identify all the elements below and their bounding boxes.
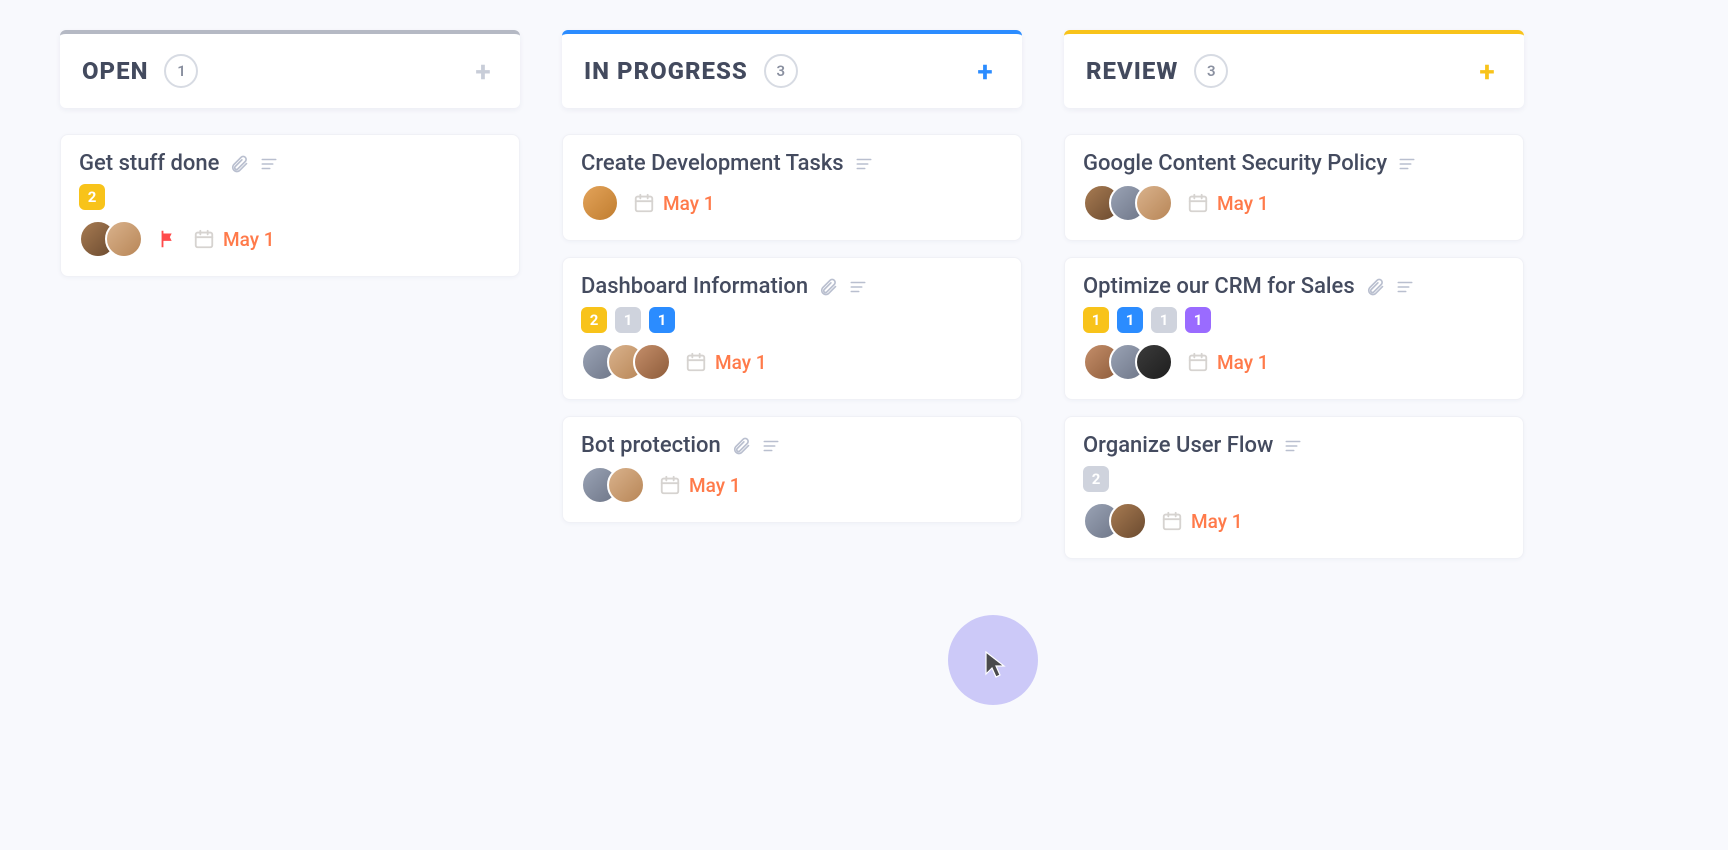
description-icon <box>761 437 781 455</box>
due-date-text: May 1 <box>663 192 715 215</box>
add-task-button[interactable]: + <box>1472 56 1502 86</box>
column-count: 3 <box>1194 54 1228 88</box>
due-date[interactable]: May 1 <box>1161 510 1243 533</box>
task-card[interactable]: Google Content Security Policy May 1 <box>1064 134 1524 241</box>
due-date-text: May 1 <box>715 351 767 374</box>
column-review: REVIEW 3 + Google Content Security Policy Ma… <box>1064 30 1524 575</box>
task-title: Organize User Flow <box>1083 433 1273 458</box>
subtask-badge: 1 <box>1083 307 1109 333</box>
avatar[interactable] <box>607 466 645 504</box>
description-icon <box>1395 278 1415 296</box>
task-title: Bot protection <box>581 433 721 458</box>
column-count: 3 <box>764 54 798 88</box>
description-icon <box>1397 155 1417 173</box>
column-header: OPEN 1 + <box>60 30 520 108</box>
subtask-badge: 1 <box>649 307 675 333</box>
kanban-board: OPEN 1 + Get stuff done 2 May 1 IN PROGRESS 3 + C… <box>60 30 1668 575</box>
subtask-badges: 2 <box>1083 466 1505 492</box>
task-title: Create Development Tasks <box>581 151 844 176</box>
subtask-badge: 1 <box>615 307 641 333</box>
due-date[interactable]: May 1 <box>193 228 275 251</box>
task-card[interactable]: Dashboard Information211May 1 <box>562 257 1022 400</box>
task-card[interactable]: Organize User Flow 2 May 1 <box>1064 416 1524 559</box>
subtask-badges: 1111 <box>1083 307 1505 333</box>
paperclip-icon <box>1365 277 1385 297</box>
flag-icon[interactable] <box>157 228 179 250</box>
column-title: OPEN <box>82 57 148 85</box>
due-date[interactable]: May 1 <box>685 351 767 374</box>
calendar-icon <box>1161 510 1183 532</box>
task-title: Optimize our CRM for Sales <box>1083 274 1355 299</box>
add-task-button[interactable]: + <box>468 56 498 86</box>
add-task-button[interactable]: + <box>970 56 1000 86</box>
assignees[interactable] <box>79 220 143 258</box>
paperclip-icon <box>731 436 751 456</box>
due-date-text: May 1 <box>223 228 275 251</box>
assignees[interactable] <box>1083 184 1173 222</box>
due-date-text: May 1 <box>1217 351 1269 374</box>
subtask-badge: 1 <box>1117 307 1143 333</box>
subtask-badge: 2 <box>79 184 105 210</box>
calendar-icon <box>659 474 681 496</box>
calendar-icon <box>1187 351 1209 373</box>
task-title: Dashboard Information <box>581 274 808 299</box>
due-date-text: May 1 <box>1217 192 1269 215</box>
paperclip-icon <box>818 277 838 297</box>
column-count: 1 <box>164 54 198 88</box>
task-title: Get stuff done <box>79 151 219 176</box>
task-card[interactable]: Bot protection May 1 <box>562 416 1022 523</box>
subtask-badges: 2 <box>79 184 501 210</box>
avatar[interactable] <box>581 184 619 222</box>
calendar-icon <box>1187 192 1209 214</box>
column-header: REVIEW 3 + <box>1064 30 1524 108</box>
avatar[interactable] <box>1109 502 1147 540</box>
subtask-badges: 211 <box>581 307 1003 333</box>
assignees[interactable] <box>581 466 645 504</box>
due-date-text: May 1 <box>1191 510 1243 533</box>
subtask-badge: 1 <box>1151 307 1177 333</box>
column-open: OPEN 1 + Get stuff done 2 May 1 <box>60 30 520 293</box>
paperclip-icon <box>229 154 249 174</box>
avatar[interactable] <box>1135 343 1173 381</box>
description-icon <box>848 278 868 296</box>
due-date[interactable]: May 1 <box>1187 351 1269 374</box>
task-card[interactable]: Create Development Tasks May 1 <box>562 134 1022 241</box>
avatar[interactable] <box>105 220 143 258</box>
due-date[interactable]: May 1 <box>633 192 715 215</box>
column-title: IN PROGRESS <box>584 57 748 85</box>
description-icon <box>1283 437 1303 455</box>
subtask-badge: 2 <box>1083 466 1109 492</box>
calendar-icon <box>685 351 707 373</box>
avatar[interactable] <box>1135 184 1173 222</box>
column-title: REVIEW <box>1086 57 1178 85</box>
assignees[interactable] <box>1083 502 1147 540</box>
assignees[interactable] <box>581 184 619 222</box>
description-icon <box>259 155 279 173</box>
column-header: IN PROGRESS 3 + <box>562 30 1022 108</box>
assignees[interactable] <box>1083 343 1173 381</box>
due-date[interactable]: May 1 <box>1187 192 1269 215</box>
column-in-progress: IN PROGRESS 3 + Create Development Tasks May… <box>562 30 1022 539</box>
due-date-text: May 1 <box>689 474 741 497</box>
assignees[interactable] <box>581 343 671 381</box>
calendar-icon <box>633 192 655 214</box>
subtask-badge: 1 <box>1185 307 1211 333</box>
calendar-icon <box>193 228 215 250</box>
due-date[interactable]: May 1 <box>659 474 741 497</box>
cursor-indicator <box>948 615 1038 705</box>
subtask-badge: 2 <box>581 307 607 333</box>
avatar[interactable] <box>633 343 671 381</box>
task-card[interactable]: Optimize our CRM for Sales1111May 1 <box>1064 257 1524 400</box>
task-card[interactable]: Get stuff done 2 May 1 <box>60 134 520 277</box>
task-title: Google Content Security Policy <box>1083 151 1387 176</box>
description-icon <box>854 155 874 173</box>
